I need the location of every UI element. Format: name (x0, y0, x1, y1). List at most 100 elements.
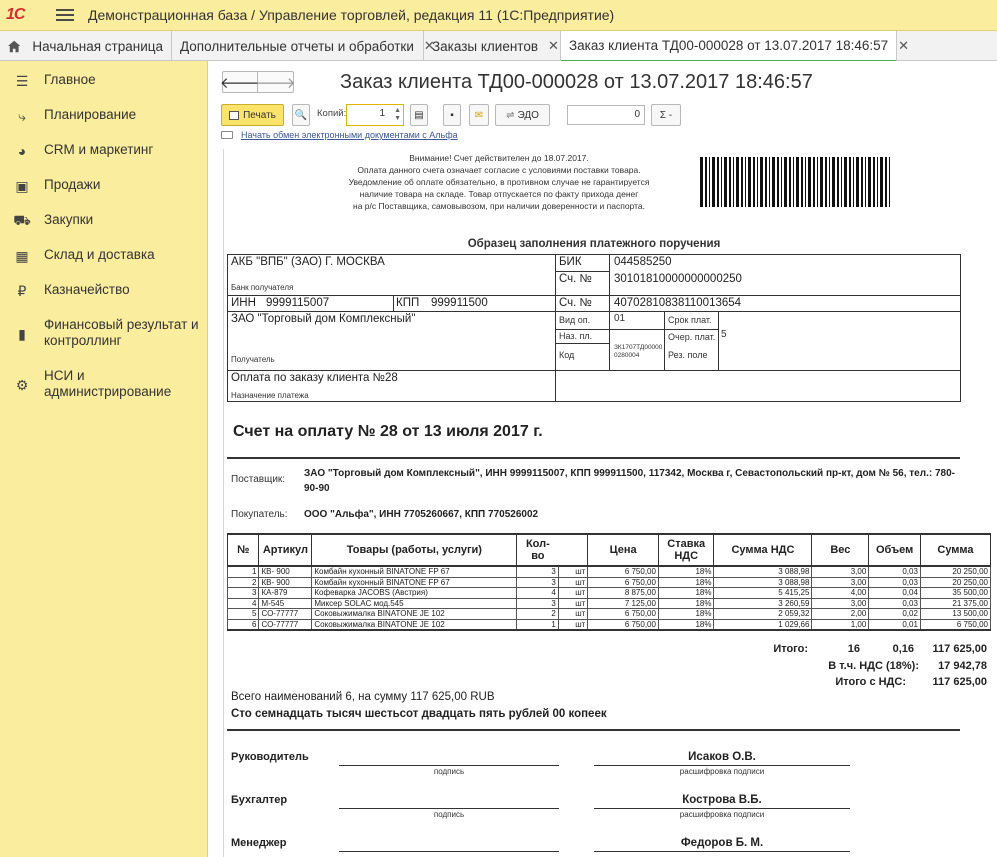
cell-sum: 35 500,00 (919, 587, 992, 599)
preview-icon: 🔍 (294, 109, 308, 121)
table-row: 6 СО-77777 Соковыжималка BINATONE JE 102 1 ш… (226, 618, 992, 631)
bank-caption: Банк получателя (231, 283, 294, 292)
cell-row-number: 1 (226, 565, 260, 578)
home-icon (8, 40, 21, 52)
sum-field[interactable]: 0 (567, 105, 645, 125)
kod-value: ЗК1707ТД000000280004 (614, 344, 663, 359)
barcode-bar (753, 157, 755, 207)
cell-weight: 1,00 (811, 618, 870, 631)
back-button[interactable]: 🡐 (220, 71, 260, 93)
cell-weight: 4,00 (811, 587, 870, 599)
cell-quantity: 1 (516, 618, 559, 631)
page-title: Заказ клиента ТД00-000028 от 13.07.2017 … (340, 71, 813, 93)
envelope-icon: ✉ (474, 109, 484, 121)
sidebar-item-purchases[interactable]: ⛟ Закупки (0, 212, 208, 229)
rez-label: Рез. поле (668, 350, 708, 360)
email-button[interactable]: ✉ (469, 104, 489, 126)
save-button[interactable]: ▪ (443, 104, 461, 126)
signature-line (594, 851, 850, 852)
barcode-bar (705, 157, 707, 207)
cell-volume: 0,02 (868, 608, 921, 620)
save-icon: ▪ (450, 109, 454, 121)
edit-button[interactable]: ▤ (410, 104, 428, 126)
cell-vat-sum: 5 415,25 (713, 587, 813, 599)
column-header: Артикул (258, 533, 313, 567)
sum-button[interactable]: Σ - (651, 104, 681, 126)
edo-icon: ⇌ (506, 109, 515, 121)
tab-home[interactable]: Начальная страница (0, 31, 172, 61)
column-header (558, 533, 589, 567)
sidebar-item-admin[interactable]: ⚙ НСИ и администрирование (0, 368, 208, 400)
bank-name: АКБ "ВПБ" (ЗАО) Г. МОСКВА (231, 256, 385, 268)
sidebar-item-warehouse[interactable]: ▦ Склад и доставка (0, 247, 208, 264)
cell-row-number: 6 (226, 618, 260, 631)
cell-price: 8 875,00 (587, 587, 659, 599)
sidebar-item-sales[interactable]: ▣ Продажи (0, 177, 208, 194)
spinner-icon[interactable]: ▲ ▼ (394, 107, 401, 123)
cell-vat-rate: 18% (657, 608, 715, 620)
ruble-icon: ₽ (17, 282, 27, 299)
cell-quantity: 4 (516, 587, 559, 599)
column-header: Цена (587, 533, 659, 567)
tab-customer-orders[interactable]: Заказы клиентов ✕ (424, 31, 561, 61)
cell-weight: 3,00 (811, 597, 870, 609)
tab-additional-reports[interactable]: Дополнительные отчеты и обработки ✕ (172, 31, 435, 61)
cell-vat-rate: 18% (657, 576, 715, 588)
cell-quantity: 3 (516, 597, 559, 609)
cell-unit: шт (557, 565, 589, 578)
cell-unit: шт (557, 618, 589, 631)
cell-sum: 21 375,00 (919, 597, 992, 609)
forward-button[interactable]: 🡒 (255, 71, 296, 93)
tab-customer-order[interactable]: Заказ клиента ТД00-000028 от 13.07.2017 … (561, 31, 909, 62)
summary-count: Всего наименований 6, на сумму 117 625,0… (231, 691, 495, 703)
preview-button[interactable]: 🔍 (292, 104, 310, 126)
cell-unit: шт (557, 597, 589, 609)
recipient-caption: Получатель (231, 355, 275, 364)
cell-sum: 6 750,00 (919, 618, 992, 631)
table-row: 4 М-545 Миксер SOLAC мод.545 3 шт 7 125,00 18%… (226, 597, 992, 609)
sidebar-item-crm[interactable]: ◕ CRM и маркетинг (0, 142, 208, 159)
cell-article: СО-77777 (258, 608, 313, 620)
supplier-label: Поставщик: (231, 474, 286, 485)
cell-row-number: 4 (226, 597, 260, 609)
sidebar-item-planning[interactable]: ⤷ Планирование (0, 107, 208, 124)
edo-button[interactable]: ⇌ ЭДО (495, 104, 550, 126)
cell-article: КВ- 900 (258, 576, 313, 588)
barcode-bar (849, 157, 851, 207)
cell-weight: 3,00 (811, 565, 870, 578)
cell-vat-sum: 1 029,66 (713, 618, 813, 631)
cell-product-name: Миксер SOLAC мод.545 (311, 597, 518, 609)
cell-product-name: Соковыжималка BINATONE JE 102 (311, 608, 518, 620)
account-value: 40702810838110013654 (614, 297, 742, 309)
main-menu-icon[interactable] (56, 9, 74, 21)
cell-vat-rate: 18% (657, 597, 715, 609)
cell-product-name: Кофеварка JACOBS (Австрия) (311, 587, 518, 599)
ocher-value: 5 (721, 329, 727, 340)
copies-field[interactable]: 1 ▲ ▼ (346, 104, 404, 126)
cell-row-number: 2 (226, 576, 260, 588)
barcode-bar (877, 157, 878, 207)
kpp-value: 999911500 (431, 297, 488, 309)
edo-link[interactable]: Начать обмен электронными документами с … (241, 130, 458, 140)
sidebar-item-treasury[interactable]: ₽ Казначейство (0, 282, 208, 299)
total-with-vat-value: 117 625,00 (932, 676, 987, 688)
cell-price: 6 750,00 (587, 608, 659, 620)
print-form: Внимание! Счет действителен до 18.07.201… (223, 149, 997, 857)
bik-value: 044585250 (614, 256, 672, 268)
barcode-bar (832, 157, 835, 207)
cell-weight: 3,00 (811, 576, 870, 588)
signature-role: Руководитель (231, 751, 309, 763)
close-icon[interactable]: ✕ (548, 38, 559, 54)
barcode-bar (793, 157, 794, 207)
cell-volume: 0,04 (868, 587, 921, 599)
signature-line (339, 808, 559, 809)
close-icon[interactable]: ✕ (898, 38, 909, 54)
column-header: Товары (работы, услуги) (311, 533, 518, 567)
table-row: 1 КВ- 900 Комбайн кухонный BINATONE FP 67 3… (226, 565, 992, 578)
signature-role: Менеджер (231, 837, 287, 849)
barcode-bar (724, 157, 727, 207)
print-button[interactable]: Печать (221, 104, 284, 126)
sidebar-item-finance[interactable]: ▮ Финансовый результат и контроллинг (0, 317, 208, 349)
sidebar-item-main[interactable]: ☰ Главное (0, 72, 208, 89)
bar-chart-icon: ▮ (18, 326, 26, 342)
